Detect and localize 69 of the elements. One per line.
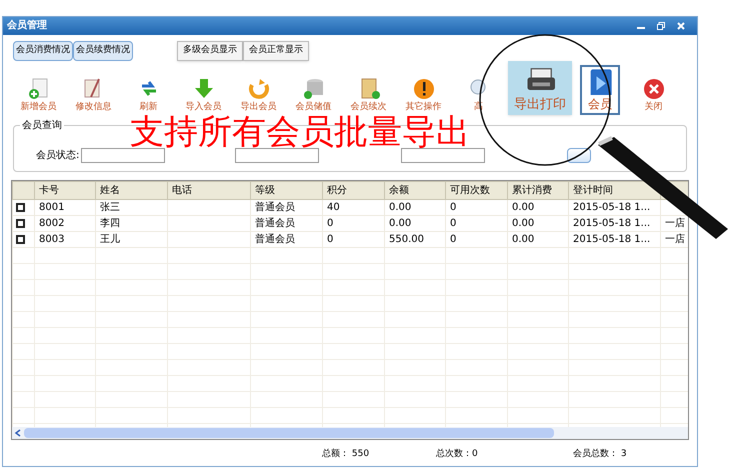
tab-button[interactable]: 会员消费情况 bbox=[13, 40, 73, 61]
toolbar-button[interactable]: 导入会员 bbox=[176, 70, 231, 115]
toolbar-button[interactable]: 会员储值 bbox=[286, 70, 341, 115]
column-header[interactable]: 累计消费 bbox=[508, 182, 568, 200]
dropdown-field[interactable] bbox=[401, 148, 486, 163]
table-cell: 0 bbox=[450, 234, 456, 246]
window-title: 会员管理 bbox=[7, 18, 47, 34]
row-checkbox[interactable] bbox=[16, 203, 25, 212]
circular-arrow-icon bbox=[246, 77, 270, 102]
column-header[interactable]: 姓名 bbox=[96, 182, 168, 200]
table-cell: 王儿 bbox=[100, 234, 120, 246]
column-header[interactable]: 卡号 bbox=[34, 182, 96, 200]
column-header[interactable]: 等级 bbox=[250, 182, 322, 200]
toolbar-button[interactable]: 刷新 bbox=[121, 70, 176, 115]
scroll-left-icon[interactable] bbox=[14, 429, 22, 438]
table-cell: 普通会员 bbox=[255, 234, 295, 246]
promo-caption: 支持所有会员批量导出 bbox=[130, 116, 470, 148]
status-dropdown[interactable] bbox=[81, 148, 166, 163]
table-cell: 0 bbox=[450, 218, 456, 230]
table-cell: 8003 bbox=[39, 234, 64, 246]
close-icon[interactable] bbox=[677, 22, 685, 30]
horizontal-scrollbar[interactable] bbox=[12, 427, 688, 440]
table-cell: 0.00 bbox=[512, 202, 534, 214]
row-checkbox[interactable] bbox=[16, 219, 25, 228]
close-icon bbox=[642, 77, 666, 102]
table-cell: 李四 bbox=[100, 218, 120, 230]
tab-button[interactable]: 会员正常显示 bbox=[243, 40, 309, 61]
table-cell: 普通会员 bbox=[255, 218, 295, 230]
table-cell: 40 bbox=[327, 202, 340, 214]
toolbar-button[interactable]: 导出会员 bbox=[231, 70, 286, 115]
table-cell: 普通会员 bbox=[255, 202, 295, 214]
status-text: 总次数：0 bbox=[436, 448, 478, 462]
table-cell: 550.00 bbox=[389, 234, 424, 246]
table-cell: 一店 bbox=[665, 234, 685, 246]
table-cell: 0.00 bbox=[512, 218, 534, 230]
table-cell: 0.00 bbox=[512, 234, 534, 246]
column-header[interactable]: 积分 bbox=[322, 182, 384, 200]
restore-icon[interactable] bbox=[657, 22, 665, 30]
table-cell: 0.00 bbox=[389, 202, 412, 214]
scrollbar-thumb[interactable] bbox=[24, 428, 554, 438]
table-cell: 0 bbox=[327, 234, 334, 246]
database-icon bbox=[302, 77, 326, 102]
document-plus-icon bbox=[26, 77, 50, 102]
table-cell: 0 bbox=[450, 202, 456, 214]
table-cell: 0 bbox=[327, 218, 334, 230]
status-text: 会员总数： 3 bbox=[573, 448, 627, 462]
table-cell: 0.00 bbox=[389, 218, 412, 230]
table-cell: 8001 bbox=[39, 202, 64, 214]
tab-button[interactable]: 多级会员显示 bbox=[177, 40, 243, 61]
column-header[interactable]: 电话 bbox=[168, 182, 250, 200]
toolbar-button[interactable]: 关闭 bbox=[626, 70, 681, 115]
row-checkbox[interactable] bbox=[16, 235, 25, 244]
column-header[interactable]: 余额 bbox=[384, 182, 446, 200]
table-cell: 张三 bbox=[100, 202, 120, 214]
status-text: 总额： 550 bbox=[322, 448, 370, 462]
column-header[interactable]: 可用次数 bbox=[446, 182, 508, 200]
toolbar-button[interactable]: 其它操作 bbox=[396, 70, 451, 115]
dropdown-field[interactable] bbox=[235, 148, 320, 163]
table-cell: 8002 bbox=[39, 218, 64, 230]
toolbar-button[interactable]: 会员续次 bbox=[341, 70, 396, 115]
toolbar-button[interactable]: 新增会员 bbox=[11, 70, 66, 115]
table-cell: 2015-05-18 1... bbox=[573, 202, 650, 214]
warning-icon bbox=[412, 77, 436, 102]
toolbar-button[interactable]: 修改信息 bbox=[66, 70, 121, 115]
table-cell: 一店 bbox=[665, 218, 685, 230]
table-cell: 2015-05-18 1... bbox=[573, 234, 650, 246]
tab-button[interactable]: 会员续费情况 bbox=[73, 40, 133, 61]
field-label: 会员状态: bbox=[36, 148, 80, 163]
table-cell: 2015-05-18 1... bbox=[573, 218, 650, 230]
